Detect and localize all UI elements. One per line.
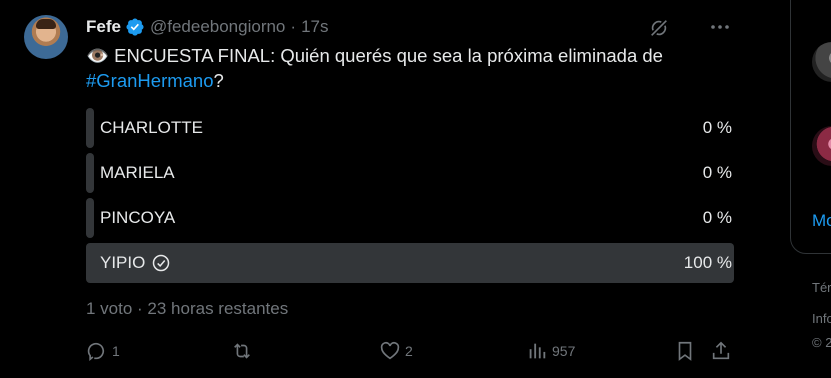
footer-link-terms[interactable]: Térn [812,280,831,295]
poll-option-text: YIPIO [100,253,146,272]
views-button[interactable]: 957 [526,340,575,362]
eye-emoji: 👁️ [86,45,110,66]
heart-icon [380,341,400,360]
reply-icon [87,342,105,362]
grok-icon[interactable] [648,17,670,39]
views-chart-icon [529,343,546,359]
tweet-timestamp[interactable]: 17s [301,17,328,37]
reply-count: 1 [112,343,120,359]
user-handle[interactable]: @fedeebongiorno [150,17,285,37]
tweet-text-main: ENCUESTA FINAL: Quién querés que sea la … [109,45,663,66]
poll: CHARLOTTE 0 % MARIELA 0 % PINCOYA 0 % YIPIO 100… [86,108,734,288]
poll-result-bar [86,108,94,148]
poll-result-bar [86,243,734,283]
poll-option: CHARLOTTE 0 % [86,108,734,148]
poll-option: MARIELA 0 % [86,153,734,193]
like-count: 2 [405,343,413,359]
poll-option-text: MARIELA [100,163,175,182]
poll-option-label: CHARLOTTE [100,108,203,148]
display-name[interactable]: Fefe [86,17,121,37]
poll-option-label: MARIELA [100,153,175,193]
footer-link-info[interactable]: Info [812,311,831,326]
share-icon [712,341,730,360]
poll-option-percent: 0 % [702,208,732,227]
tweet-text: 👁️ ENCUESTA FINAL: Quién querés que sea … [86,43,726,93]
retweet-button[interactable] [231,340,257,362]
tweet-header: Fefe @fedeebongiorno · 17s [86,16,328,38]
view-count: 957 [552,343,576,359]
right-sidebar: Mo Térn Info © 2 [790,0,831,378]
poll-option-text: PINCOYA [100,208,176,227]
poll-option-percent: 100 % [683,253,732,272]
poll-option-percent: 0 % [702,118,732,137]
retweet-icon [234,343,250,359]
like-button[interactable]: 2 [379,340,413,362]
poll-result-bar [86,198,94,238]
poll-option: PINCOYA 0 % [86,198,734,238]
avatar[interactable] [24,15,68,59]
winner-check-icon [151,253,171,273]
poll-option-label: PINCOYA [100,198,175,238]
footer-copyright: © 2 [812,335,831,350]
tweet-text-end: ? [213,70,224,91]
poll-meta: 1 voto · 23 horas restantes [86,299,289,318]
show-more-link[interactable]: Mo [812,211,831,231]
reply-button[interactable]: 1 [86,340,120,362]
separator-dot: · [290,17,297,36]
poll-result-bar [86,153,94,193]
poll-option: YIPIO 100 % [86,243,734,283]
bookmark-button[interactable] [674,340,696,362]
poll-option-text: CHARLOTTE [100,118,203,137]
bookmark-icon [678,341,692,361]
verified-badge-icon [125,17,145,37]
tweet[interactable]: Fefe @fedeebongiorno · 17s 👁️ ENCUESTA F… [0,0,760,378]
share-button[interactable] [710,340,732,362]
hashtag-link[interactable]: #GranHermano [86,70,214,91]
tweet-actions: 1 2 957 [86,340,734,364]
poll-option-label: YIPIO [100,243,171,283]
poll-option-percent: 0 % [702,163,732,182]
more-options-icon[interactable] [708,16,732,38]
